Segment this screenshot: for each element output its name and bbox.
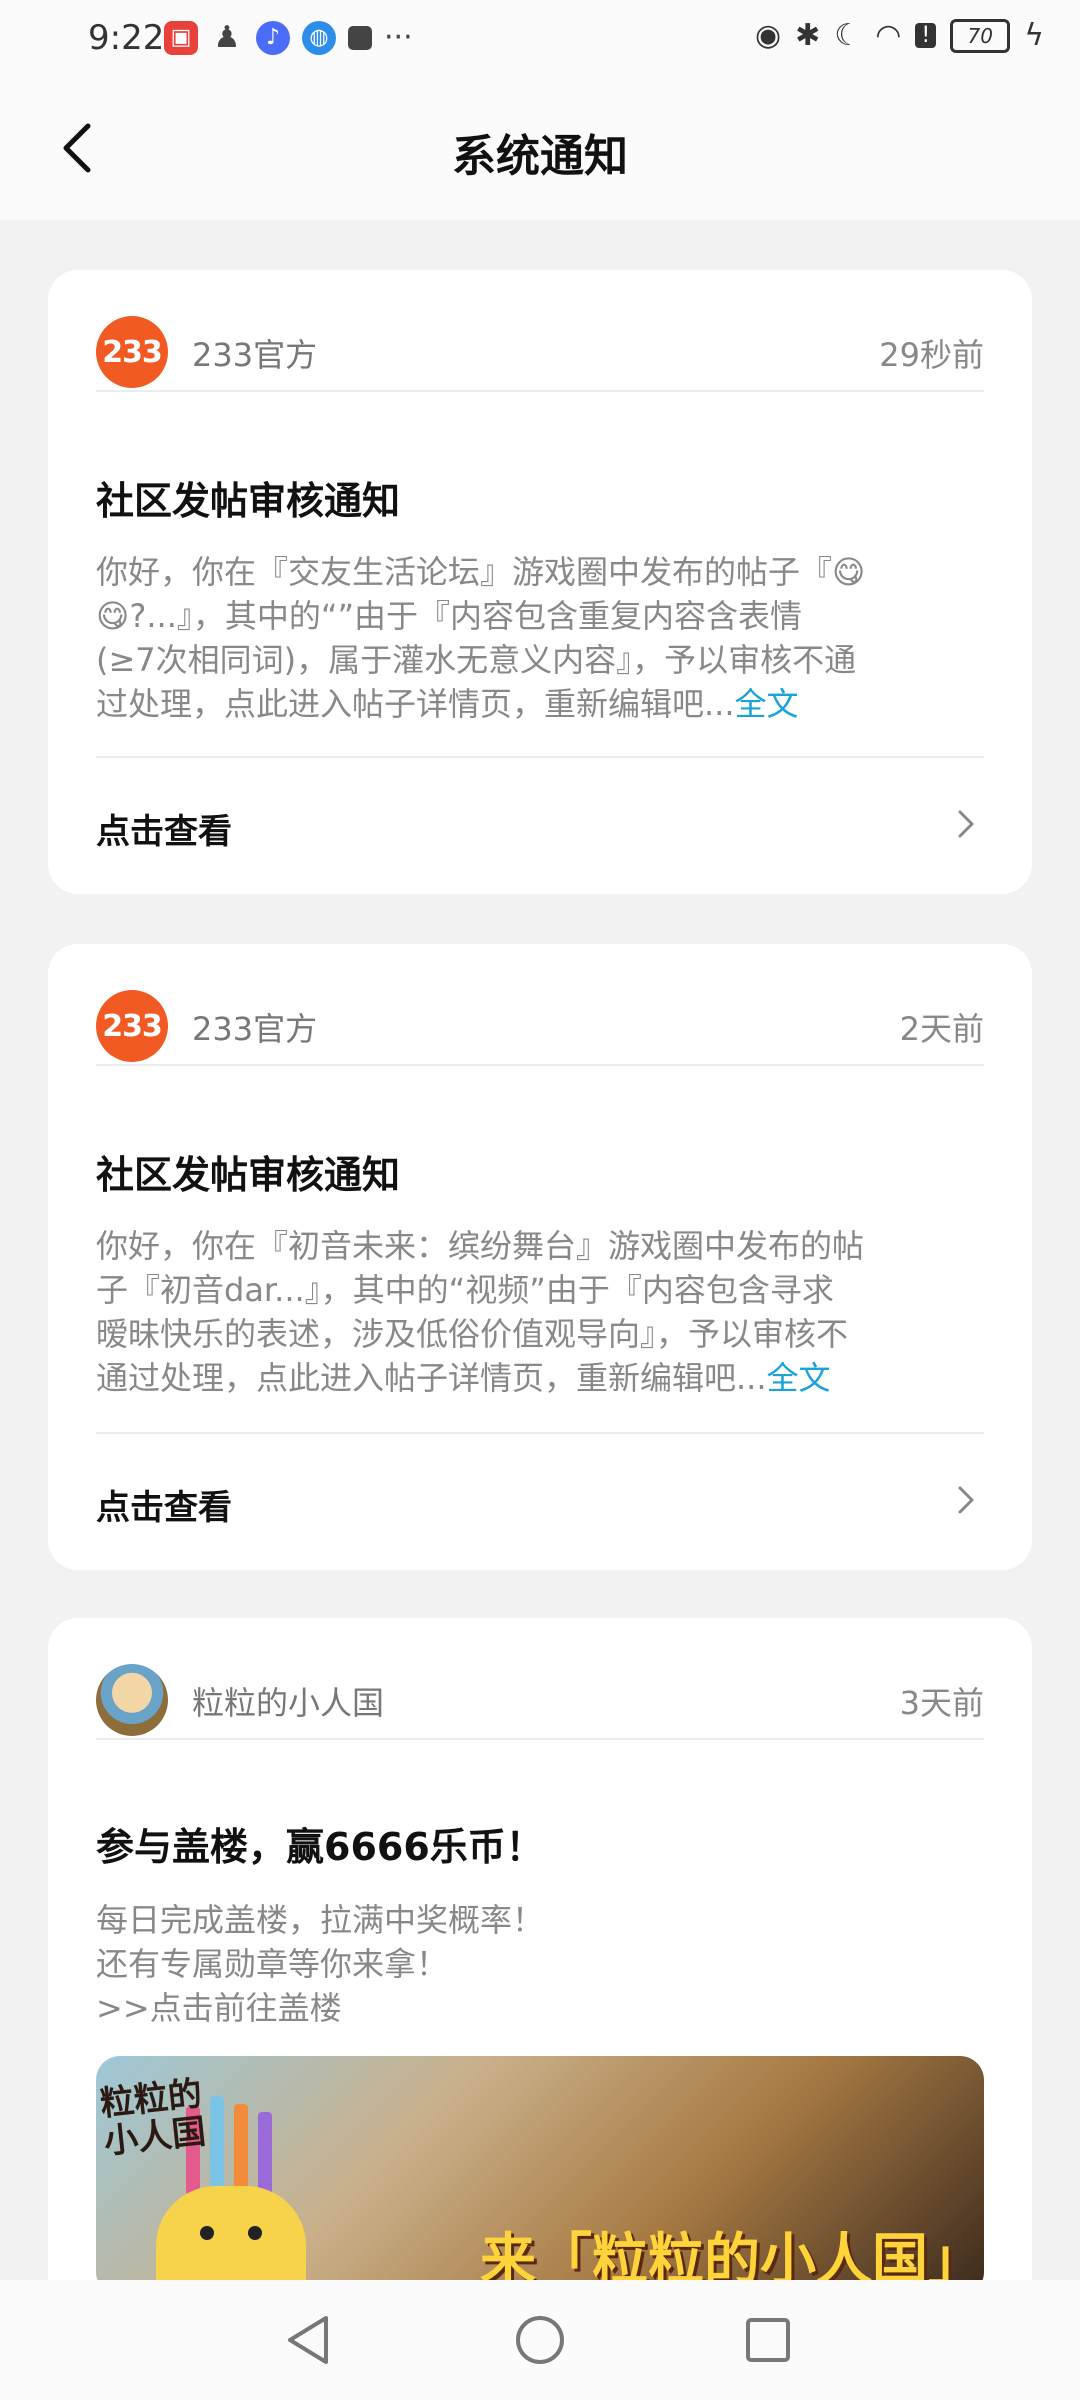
square-recents-icon	[746, 2318, 790, 2362]
notification-title: 社区发帖审核通知	[96, 1153, 401, 1197]
body-line: 暧昧快乐的表述，涉及低俗价值观导向』，予以审核不	[96, 1315, 849, 1353]
body-line: 😋?...』，其中的“”由于『内容包含重复内容含表情	[96, 597, 803, 635]
body-line: 通过处理，点此进入帖子详情页，重新编辑吧...	[96, 1359, 767, 1397]
chevron-right-icon	[948, 1482, 984, 1518]
body-line: 子『初音dar...』，其中的“视频”由于『内容包含寻求	[96, 1271, 834, 1309]
card-header: 233 233官方 2天前	[96, 984, 984, 1066]
eye-icon: ◉	[754, 18, 782, 53]
notification-title: 社区发帖审核通知	[96, 479, 401, 523]
view-label: 点击查看	[96, 812, 232, 852]
sender-name[interactable]: 粒粒的小人国	[192, 1678, 384, 1724]
browser-icon: ◍	[302, 20, 336, 55]
notification-card: 233 233官方 29秒前 社区发帖审核通知 你好，你在『交友生活论坛』游戏圈…	[48, 270, 1032, 894]
timestamp: 3天前	[899, 1684, 984, 1722]
bluetooth-icon: ✱	[795, 18, 821, 53]
chevron-right-icon	[948, 806, 984, 842]
notification-title: 参与盖楼，赢6666乐币！	[96, 1825, 544, 1869]
body-line[interactable]: >>点击前往盖楼	[96, 1986, 984, 2030]
app-header: 系统通知	[0, 76, 1080, 220]
body-line: 你好，你在『交友生活论坛』游戏圈中发布的帖子『😋	[96, 553, 866, 591]
notification-card: 233 233官方 2天前 社区发帖审核通知 你好，你在『初音未来：缤纷舞台』游…	[48, 944, 1032, 1570]
chick-eye	[248, 2226, 262, 2240]
wifi-icon: ◠	[875, 18, 902, 53]
music-icon: ♪	[256, 20, 290, 55]
card-header: 粒粒的小人国 3天前	[96, 1658, 984, 1740]
promo-banner[interactable]: 粒粒的 小人国 来「粒粒的小人国」	[96, 2056, 984, 2296]
more-notifications-icon: ···	[384, 20, 413, 55]
system-nav-bar	[0, 2280, 1080, 2400]
full-text-link[interactable]: 全文	[767, 1359, 831, 1397]
notification-icons: ▣ ♟ ♪ ◍ ···	[164, 20, 413, 55]
avatar[interactable]	[96, 1664, 168, 1736]
view-label: 点击查看	[96, 1488, 232, 1528]
card-header: 233 233官方 29秒前	[96, 310, 984, 392]
avatar[interactable]: 233	[96, 990, 168, 1062]
banner-logo: 粒粒的 小人国	[98, 2073, 208, 2163]
avatar[interactable]: 233	[96, 316, 168, 388]
sender-name[interactable]: 233官方	[192, 330, 317, 376]
banner-logo-text: 粒粒的 小人国	[98, 2073, 208, 2163]
status-time: 9:22	[88, 18, 165, 58]
notification-body[interactable]: 每日完成盖楼，拉满中奖概率！ 还有专属勋章等你来拿！ >>点击前往盖楼	[96, 1898, 984, 2030]
app-square-icon	[348, 25, 372, 50]
circle-home-icon	[516, 2316, 564, 2364]
alert-icon: !	[915, 23, 937, 48]
body-line: 还有专属勋章等你来拿！	[96, 1945, 449, 1983]
shop-app-icon: ▣	[164, 20, 198, 55]
body-line: 你好，你在『初音未来：缤纷舞台』游戏圈中发布的帖	[96, 1227, 865, 1265]
battery-level: 70	[967, 23, 993, 48]
nav-back-button[interactable]	[272, 2304, 344, 2376]
body-line-last: 通过处理，点此进入帖子详情页，重新编辑吧...全文	[96, 1356, 984, 1400]
status-bar: 9:22 ▣ ♟ ♪ ◍ ··· ◉ ✱ ☾ ◠ ! 70 ϟ	[0, 0, 1080, 76]
qq-icon: ♟	[213, 20, 241, 55]
timestamp: 29秒前	[879, 336, 984, 374]
battery-icon: 70	[950, 18, 1011, 53]
notification-body[interactable]: 你好，你在『初音未来：缤纷舞台』游戏圈中发布的帖 子『初音dar...』，其中的…	[96, 1224, 984, 1400]
notification-card: 粒粒的小人国 3天前 参与盖楼，赢6666乐币！ 每日完成盖楼，拉满中奖概率！ …	[48, 1618, 1032, 2318]
triangle-back-icon	[288, 2316, 328, 2364]
view-action[interactable]: 点击查看	[96, 756, 984, 890]
body-line: 每日完成盖楼，拉满中奖概率！	[96, 1901, 545, 1939]
view-action[interactable]: 点击查看	[96, 1432, 984, 1566]
body-line: (≥7次相同词)，属于灌水无意义内容』，予以审核不通	[96, 641, 857, 679]
nav-recents-button[interactable]	[732, 2304, 804, 2376]
system-icons: ◉ ✱ ☾ ◠ ! 70 ϟ	[755, 18, 1044, 53]
notification-body[interactable]: 你好，你在『交友生活论坛』游戏圈中发布的帖子『😋 😋?...』，其中的“”由于『…	[96, 550, 984, 726]
charging-icon: ϟ	[1024, 18, 1044, 53]
sender-name[interactable]: 233官方	[192, 1004, 317, 1050]
moon-icon: ☾	[834, 18, 862, 53]
chick-eye	[200, 2226, 214, 2240]
nav-home-button[interactable]	[504, 2304, 576, 2376]
body-line-last: 过处理，点此进入帖子详情页，重新编辑吧...全文	[96, 682, 984, 726]
timestamp: 2天前	[899, 1010, 984, 1048]
page-title: 系统通知	[452, 131, 628, 182]
body-line: 过处理，点此进入帖子详情页，重新编辑吧...	[96, 685, 735, 723]
full-text-link[interactable]: 全文	[735, 685, 799, 723]
